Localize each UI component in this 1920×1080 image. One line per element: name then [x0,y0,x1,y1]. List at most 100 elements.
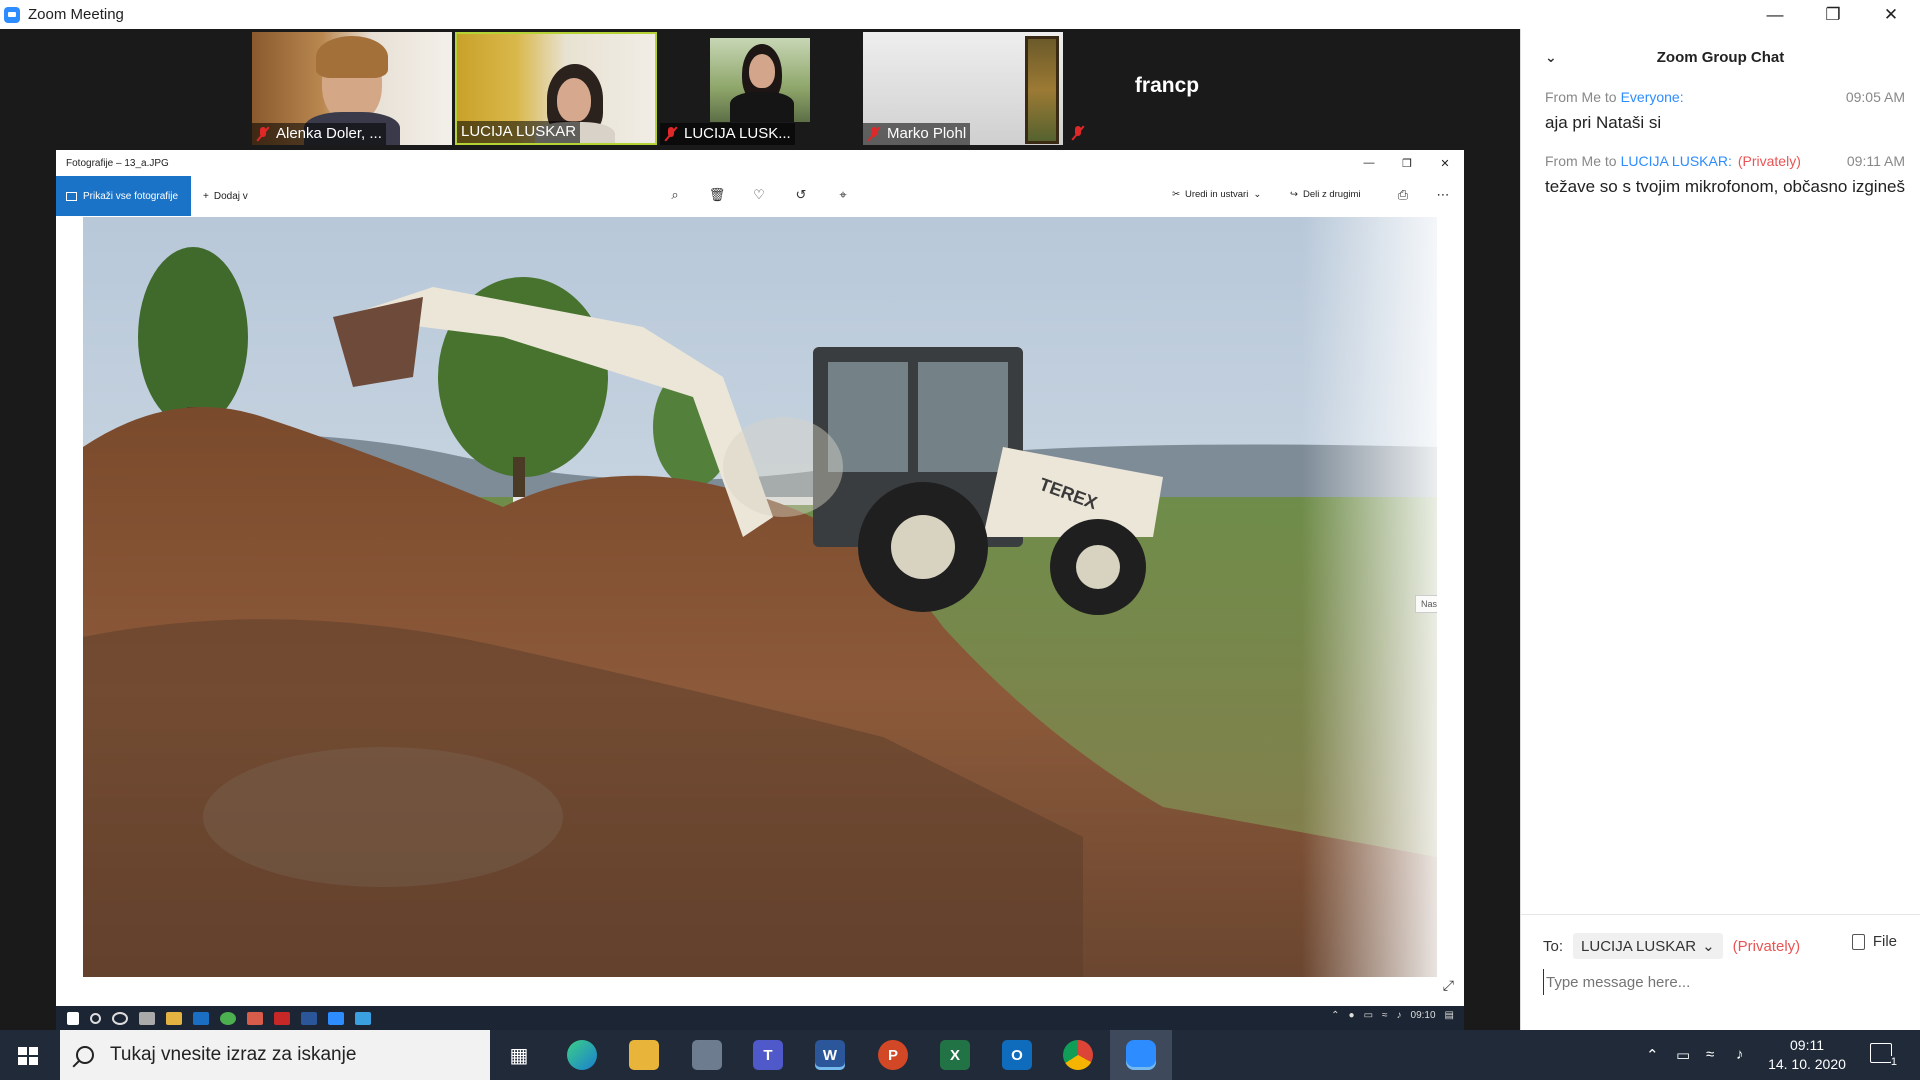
photos-close-button[interactable]: ✕ [1426,150,1464,176]
wifi-icon[interactable]: ≈ [1706,1046,1714,1063]
tray-wifi-icon: ≈ [1382,1010,1388,1021]
all-photos-button[interactable]: Prikaži vse fotografije [56,176,191,216]
word-icon [301,1011,317,1025]
task-view-icon[interactable]: ▦ [504,1040,534,1070]
participant-video-alenka[interactable]: Alenka Doler, ... [252,32,452,145]
recipient-row: To: LUCIJA LUSKAR ⌄ (Privately) [1543,933,1800,959]
acrobat-icon [274,1011,290,1025]
participant-video-francp[interactable]: francp [1067,32,1267,145]
file-explorer-icon [166,1011,182,1025]
meeting-area: Alenka Doler, ... LUCIJA LUSKAR LUCIJA L… [0,29,1520,1030]
chrome-icon [220,1011,236,1025]
zoom-icon [328,1011,344,1025]
teams-icon[interactable]: T [753,1040,783,1070]
chat-header: ⌄ Zoom Group Chat [1521,29,1920,85]
photo-icon [66,191,77,201]
recipient-dropdown[interactable]: LUCIJA LUSKAR ⌄ [1573,933,1723,959]
powerpoint-icon[interactable]: P [878,1040,908,1070]
participant-video-marko[interactable]: Marko Plohl [863,32,1063,145]
chevron-down-icon: ⌄ [1702,938,1715,955]
chevron-down-icon: ⌄ [1253,189,1262,200]
app-icon [247,1011,263,1025]
to-label: To: [1543,937,1564,955]
participant-video-lucija-active[interactable]: LUCIJA LUSKAR [455,32,657,145]
mic-muted-icon [867,126,881,142]
participant-video-lucija-2[interactable]: LUCIJA LUSK... [660,32,860,145]
crop-icon[interactable]: ⌖ [834,186,852,204]
chat-title: Zoom Group Chat [1656,48,1785,66]
start-icon [67,1011,79,1025]
message-text: težave so s tvojim mikrofonom, občasno i… [1545,177,1905,196]
zoom-in-icon[interactable]: ⌕ [666,186,684,204]
excel-icon[interactable]: X [940,1040,970,1070]
outlook-icon[interactable]: O [1002,1040,1032,1070]
minimize-button[interactable]: — [1746,0,1804,29]
participant-name: LUCIJA LUSKAR [457,121,581,143]
participant-name: LUCIJA LUSK... [660,123,795,145]
photos-toolbar: Prikaži vse fotografije + Dodaj v ⌕ 🗑︎ ♡… [56,176,1464,216]
expand-icon[interactable]: ⤢ [1443,977,1454,994]
zoom-icon[interactable] [1126,1040,1156,1070]
cortana-icon [112,1011,128,1025]
share-icon: ↪ [1290,189,1298,200]
tray-chevron-icon: ⌃ [1331,1010,1340,1021]
plus-icon: + [203,190,209,202]
message-meta: From Me to Everyone: 09:05 AM [1545,89,1905,105]
zoom-app-icon [4,6,20,23]
battery-icon[interactable]: ▭ [1676,1046,1690,1064]
search-icon [90,1012,101,1024]
chat-message: From Me to Everyone: 09:05 AM aja pri Na… [1545,89,1905,135]
close-button[interactable]: ✕ [1862,0,1920,29]
photos-restore-button[interactable]: ❐ [1388,150,1426,176]
mic-muted-icon [256,126,270,142]
chat-message: From Me to LUCIJA LUSKAR: (Privately) 09… [1545,153,1905,199]
rotate-icon[interactable]: ↺ [792,186,810,204]
taskbar-search[interactable]: Tukaj vnesite izraz za iskanje [60,1030,490,1080]
message-time: 09:05 AM [1845,89,1905,105]
photos-title: Fotografije – 13_a.JPG [66,157,169,169]
word-icon[interactable]: W [815,1040,845,1070]
tray-volume-icon: ♪ [1396,1010,1402,1021]
photos-icon [355,1011,371,1025]
share-button[interactable]: ↪ Deli z drugimi [1290,189,1361,200]
tray-notification-icon: ▤ [1444,1010,1454,1021]
photo-image: TEREX Naslednji › [83,217,1437,977]
tray-time: 09:10 [1410,1010,1436,1021]
scissors-icon: ✂ [1172,189,1180,200]
chrome-icon[interactable] [1063,1040,1093,1070]
taskbar-clock[interactable]: 09:11 14. 10. 2020 [1762,1036,1852,1074]
outlook-icon [193,1011,209,1025]
next-tooltip: Naslednji [1415,595,1437,613]
calculator-icon[interactable] [692,1040,722,1070]
photos-window-controls: — ❐ ✕ [1350,150,1464,176]
message-recipient: LUCIJA LUSKAR: [1620,153,1732,169]
windows-start-icon[interactable] [18,1047,38,1065]
participant-name: Alenka Doler, ... [252,123,386,145]
message-private-flag: (Privately) [1737,153,1801,169]
more-icon[interactable]: ⋯ [1434,186,1452,204]
notification-center-icon[interactable]: 1 [1870,1043,1897,1068]
shared-screen-taskbar: ⌃ ● ▭ ≈ ♪ 09:10 ▤ [56,1006,1464,1030]
task-view-icon [139,1011,155,1025]
tray-chevron-icon[interactable]: ⌃ [1646,1046,1659,1064]
edit-create-button[interactable]: ✂ Uredi in ustvari ⌄ [1172,189,1261,200]
title-bar: Zoom Meeting — ❐ ✕ [0,0,1920,29]
add-to-button[interactable]: + Dodaj v [203,191,248,202]
window-title: Zoom Meeting [28,6,124,23]
clock-date: 14. 10. 2020 [1768,1056,1846,1072]
message-input[interactable] [1543,969,1899,995]
file-button[interactable]: File [1851,933,1897,950]
favorite-icon[interactable]: ♡ [750,186,768,204]
restore-button[interactable]: ❐ [1804,0,1862,29]
shared-screen: Fotografije – 13_a.JPG — ❐ ✕ Prikaži vse… [56,150,1464,1006]
photos-minimize-button[interactable]: — [1350,150,1388,176]
chevron-down-icon[interactable]: ⌄ [1545,49,1557,66]
delete-icon[interactable]: 🗑︎ [708,186,726,204]
chat-composer: To: LUCIJA LUSKAR ⌄ (Privately) File [1521,914,1920,1030]
edge-icon[interactable] [567,1040,597,1070]
volume-icon[interactable]: ♪ [1736,1046,1744,1063]
search-icon [76,1046,94,1064]
window-controls: — ❐ ✕ [1746,0,1920,29]
print-icon[interactable]: ⎙ [1394,186,1412,204]
file-explorer-icon[interactable] [629,1040,659,1070]
